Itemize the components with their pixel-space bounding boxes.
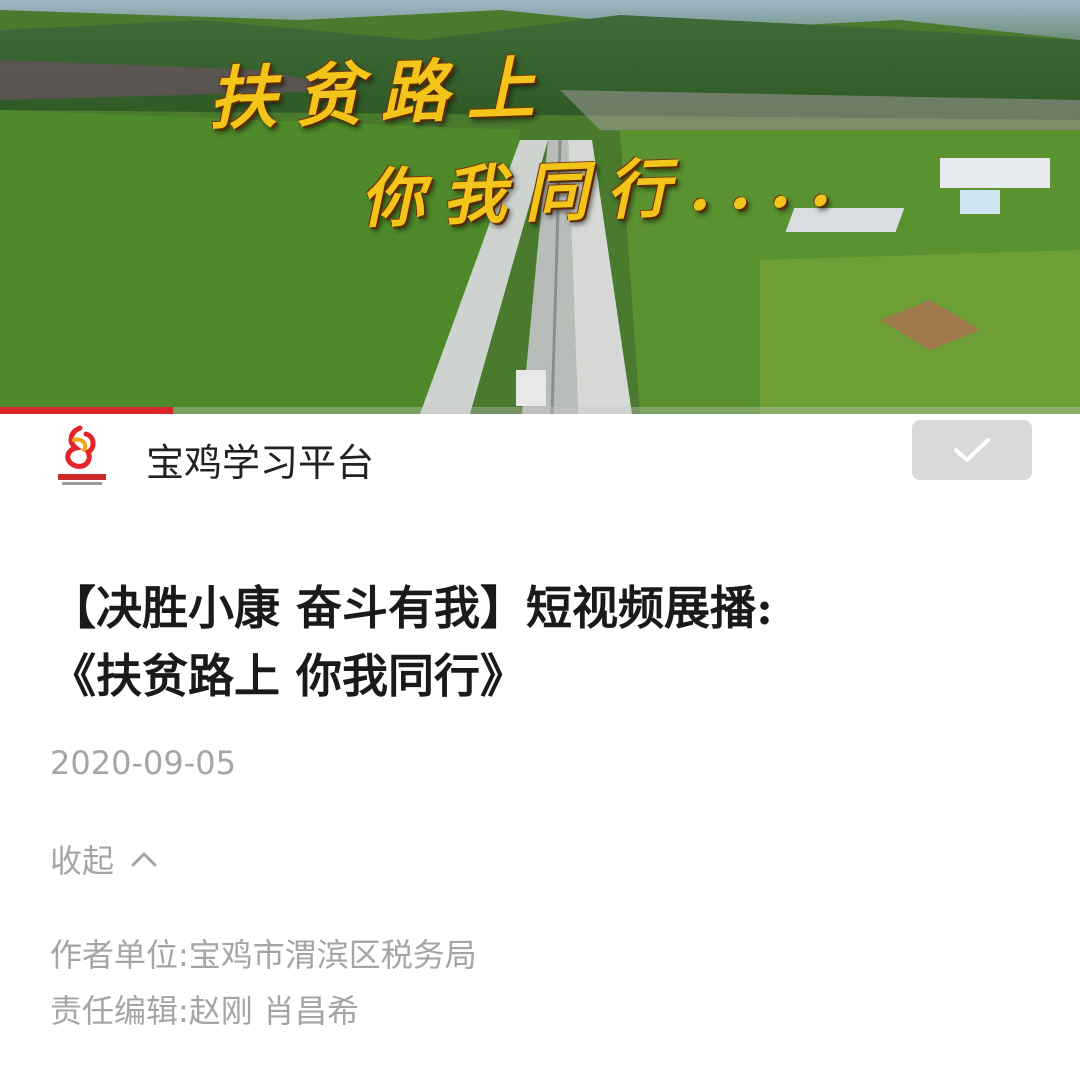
article-title-line2: 《扶贫路上 你我同行》 [50,649,527,703]
checkmark-icon [954,438,990,462]
video-player[interactable]: 扶贫路上 你我同行.... [0,0,1080,414]
author-unit: 作者单位:宝鸡市渭滨区税务局 [50,930,477,976]
follow-button[interactable] [912,420,1032,480]
video-progress-bar[interactable] [0,407,1080,414]
editor-label: 责任编辑: [50,992,189,1030]
editor-value: 赵刚 肖昌希 [188,992,359,1030]
collapse-label: 收起 [50,842,115,880]
author-label: 作者单位: [50,936,189,974]
publish-date: 2020-09-05 [50,744,236,782]
chevron-up-icon [131,852,157,867]
article-title-line1: 【决胜小康 奋斗有我】短视频展播: [50,581,773,635]
video-progress-fill [0,407,173,414]
collapse-toggle[interactable]: 收起 [50,836,158,882]
article-title: 【决胜小康 奋斗有我】短视频展播: 《扶贫路上 你我同行》 [50,574,1040,710]
responsible-editor: 责任编辑:赵刚 肖昌希 [50,986,359,1032]
video-overlay-line1: 扶贫路上 [206,48,554,140]
platform-logo [58,425,106,485]
platform-name[interactable]: 宝鸡学习平台 [146,432,374,487]
video-overlay-line2: 你我同行.... [359,145,851,238]
article-content: 【决胜小康 奋斗有我】短视频展播: 《扶贫路上 你我同行》 2020-09-05… [0,522,1080,1079]
author-value: 宝鸡市渭滨区税务局 [188,936,477,974]
account-header: 宝鸡学习平台 [0,414,1080,522]
